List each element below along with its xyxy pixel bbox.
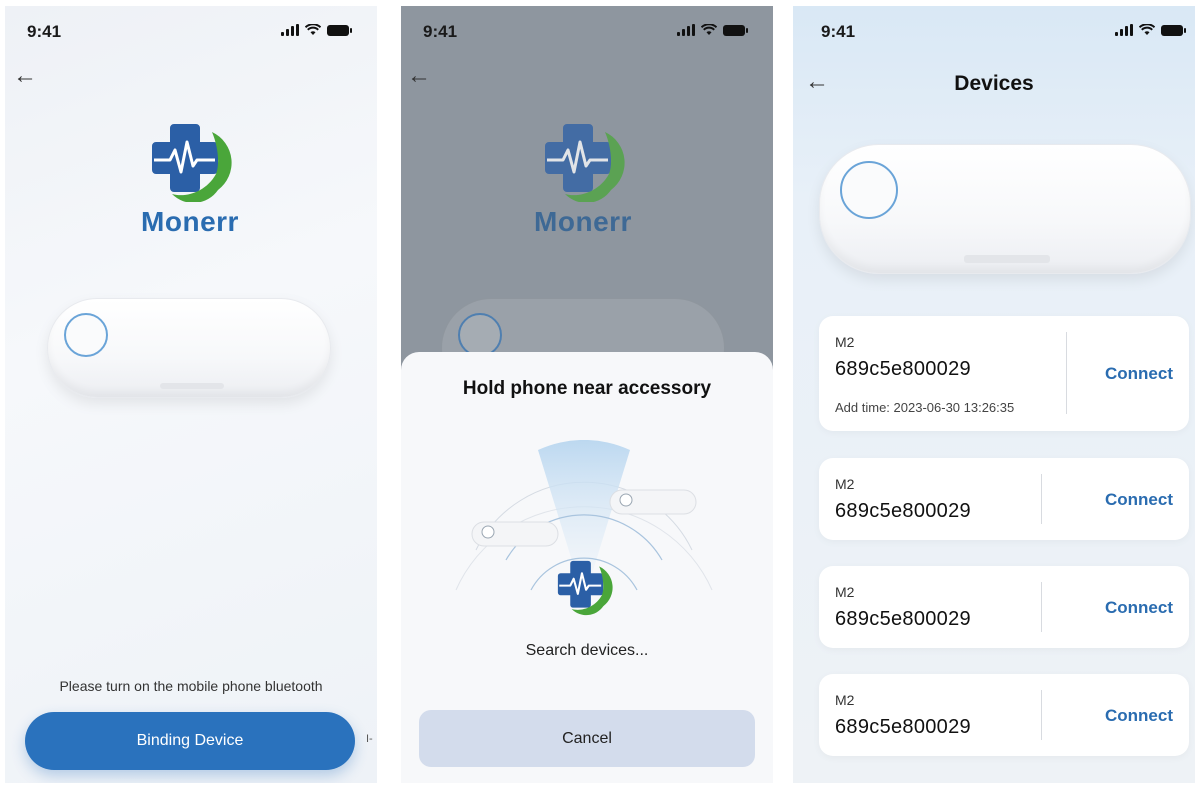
brand-name: Monerr — [534, 206, 632, 237]
back-arrow-icon[interactable]: ← — [13, 64, 37, 88]
device-button-ring — [840, 161, 898, 219]
battery-icon — [327, 25, 352, 36]
device-notch — [160, 383, 224, 389]
device-model: M2 — [835, 334, 855, 350]
status-bar: 9:41 — [793, 20, 1195, 42]
status-bar: 9:41 — [401, 20, 773, 42]
device-card: M2 689c5e800029 Add time: 2023-06-30 13:… — [819, 316, 1189, 431]
device-button-ring — [64, 313, 108, 357]
device-button-ring — [458, 313, 502, 357]
binding-device-button[interactable]: Binding Device — [25, 712, 355, 770]
brand-name: Monerr — [141, 206, 239, 237]
device-illustration — [819, 144, 1191, 274]
wifi-icon — [701, 24, 717, 35]
binding-screen: 9:41 ← Monerr Please turn on the mobile … — [5, 6, 377, 783]
status-time: 9:41 — [821, 22, 856, 41]
device-model: M2 — [835, 476, 855, 492]
connect-button[interactable]: Connect — [1105, 364, 1173, 384]
wifi-icon — [1139, 24, 1155, 35]
card-divider — [1041, 582, 1042, 632]
page-title: Devices — [954, 72, 1034, 95]
connect-button[interactable]: Connect — [1105, 598, 1173, 618]
device-id: 689c5e800029 — [835, 608, 971, 630]
card-divider — [1066, 332, 1067, 414]
signal-icon — [677, 24, 695, 36]
status-bar: 9:41 — [5, 20, 377, 42]
devices-screen: 9:41 ← Devices M2 689c5e800029 Add time:… — [793, 6, 1195, 783]
side-fragment: I- — [366, 733, 373, 745]
back-arrow-icon[interactable]: ← — [407, 64, 431, 88]
cancel-button[interactable]: Cancel — [419, 710, 755, 767]
device-model: M2 — [835, 692, 855, 708]
card-divider — [1041, 474, 1042, 524]
device-id: 689c5e800029 — [835, 500, 971, 522]
searching-text: Search devices... — [525, 642, 649, 659]
device-illustration — [47, 298, 331, 398]
wifi-icon — [305, 24, 321, 35]
battery-icon — [723, 25, 748, 36]
device-add-time: Add time: 2023-06-30 13:26:35 — [835, 400, 1015, 415]
medical-cross-heartbeat-icon — [557, 560, 613, 616]
device-id: 689c5e800029 — [835, 716, 971, 738]
battery-icon — [1161, 25, 1186, 36]
status-time: 9:41 — [423, 22, 458, 41]
device-notch — [964, 255, 1050, 263]
connect-button[interactable]: Connect — [1105, 490, 1173, 510]
status-time: 9:41 — [27, 22, 62, 41]
medical-cross-heartbeat-icon — [152, 124, 232, 202]
search-sheet: Hold phone near accessory Search devices… — [401, 352, 773, 783]
signal-icon — [281, 24, 299, 36]
sheet-title: Hold phone near accessory — [462, 378, 712, 399]
searching-screen: 9:41 ← Monerr Hold phone near accessory — [401, 6, 773, 783]
bluetooth-hint: Please turn on the mobile phone bluetoot… — [59, 678, 323, 694]
brand-logo: Monerr — [503, 122, 663, 238]
device-model: M2 — [835, 584, 855, 600]
device-card: M2 689c5e800029 Connect — [819, 458, 1189, 540]
brand-logo: Monerr — [110, 122, 270, 238]
device-card: M2 689c5e800029 Connect — [819, 566, 1189, 648]
connect-button[interactable]: Connect — [1105, 706, 1173, 726]
small-logo — [551, 558, 617, 621]
device-card: M2 689c5e800029 Connect — [819, 674, 1189, 756]
device-id: 689c5e800029 — [835, 358, 971, 380]
card-divider — [1041, 690, 1042, 740]
signal-icon — [1115, 24, 1133, 36]
medical-cross-heartbeat-icon — [545, 124, 625, 202]
